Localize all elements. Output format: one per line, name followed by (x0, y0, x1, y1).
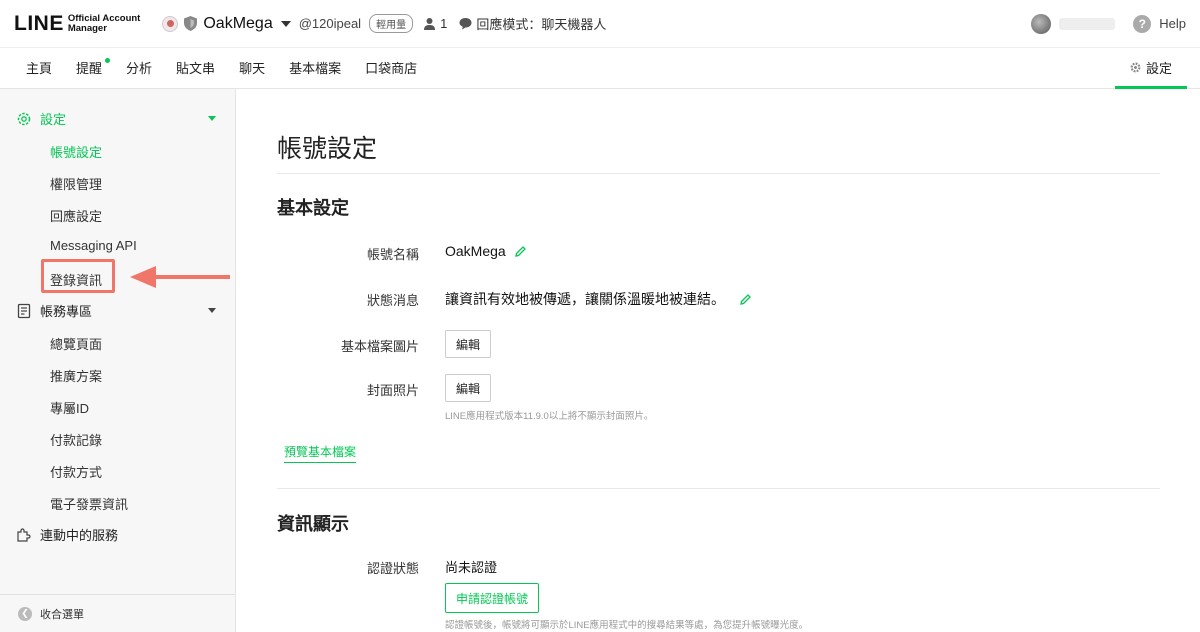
sidebar-group-billing[interactable]: 帳務專區 (16, 301, 216, 320)
chevron-down-icon (280, 20, 291, 27)
logo-sub-2: Manager (67, 22, 107, 34)
chevron-left-icon: ❮ (18, 606, 32, 621)
status-message-row: 讓資訊有效地被傳遞，讓關係溫暖地被連結。 (445, 289, 752, 309)
highlight-box (41, 259, 115, 293)
verify-status-value: 尚未認證 (445, 560, 498, 575)
user-name-blurred (1059, 17, 1116, 30)
help-link[interactable]: Help (1159, 16, 1186, 31)
preview-profile-link[interactable]: 預覽基本檔案 (284, 443, 357, 463)
sidebar-group-billing-label: 帳務專區 (40, 304, 93, 319)
nav-home[interactable]: 主頁 (14, 49, 64, 89)
collapse-menu-label: 收合選單 (40, 608, 84, 621)
logo-subtitle: Official Account Manager (67, 12, 141, 34)
arrow-annotation-icon (130, 266, 230, 288)
main-nav: 主頁 提醒 分析 貼文串 聊天 基本檔案 口袋商店 設定 (0, 49, 1200, 89)
main-content: 帳號設定 基本設定 帳號名稱 OakMega 狀態消息 讓資訊有效地被傳遞，讓關… (277, 89, 1160, 632)
sidebar-item-messaging-api[interactable]: Messaging API (50, 238, 137, 253)
sidebar-item-account-settings[interactable]: 帳號設定 (50, 142, 102, 161)
account-switcher[interactable]: OakMega (162, 14, 291, 33)
sidebar-item-response-settings[interactable]: 回應設定 (50, 206, 102, 225)
sidebar-item-payment-method[interactable]: 付款方式 (50, 462, 102, 481)
sidebar-group-services-label: 連動中的服務 (40, 528, 119, 543)
member-count[interactable]: 1 (423, 16, 447, 31)
nav-timeline[interactable]: 貼文串 (164, 49, 227, 89)
nav-chat[interactable]: 聊天 (227, 49, 277, 89)
cover-photo-note: LINE應用程式版本11.9.0以上將不顯示封面照片。 (445, 411, 654, 422)
account-name-label: 帳號名稱 (366, 247, 419, 262)
chat-bubble-icon (459, 18, 472, 30)
gear-icon (1130, 62, 1141, 73)
divider (277, 173, 1160, 174)
logo-line-text: LINE (14, 11, 64, 35)
verify-note: 認證帳號後，帳號將可顯示於LINE應用程式中的搜尋結果等處，為您提升帳號曝光度。 (445, 620, 809, 631)
sidebar: 設定 帳號設定 權限管理 回應設定 Messaging API 登錄資訊 帳務專… (0, 89, 236, 632)
plan-badge: 輕用量 (369, 14, 414, 33)
account-name-row: OakMega (445, 243, 527, 259)
divider (277, 488, 1160, 489)
receipt-icon (17, 303, 31, 318)
sidebar-item-overview[interactable]: 總覽頁面 (50, 334, 102, 353)
pencil-icon[interactable] (739, 293, 752, 306)
chevron-down-icon (208, 308, 216, 313)
response-mode[interactable]: 回應模式：聊天機器人 (459, 14, 606, 33)
account-name-value: OakMega (445, 243, 506, 259)
person-icon (424, 18, 436, 30)
notification-dot (105, 57, 111, 63)
line-oa-logo[interactable]: LINE Official Account Manager (14, 12, 140, 36)
response-mode-label: 回應模式：聊天機器人 (476, 17, 607, 32)
account-id: @120ipeal (298, 16, 362, 31)
gear-icon (17, 112, 31, 125)
verify-status-label: 認證狀態 (366, 561, 419, 576)
apply-verified-account-button[interactable]: 申請認證帳號 (445, 583, 540, 613)
nav-reminder-label: 提醒 (76, 60, 103, 76)
profile-image-label: 基本檔案圖片 (340, 339, 419, 354)
status-message-value: 讓資訊有效地被傳遞，讓關係溫暖地被連結。 (445, 291, 725, 307)
member-count-value: 1 (440, 16, 448, 31)
nav-pocket-shop[interactable]: 口袋商店 (353, 49, 429, 89)
sidebar-group-services[interactable]: 連動中的服務 (16, 525, 216, 544)
nav-reminder[interactable]: 提醒 (64, 49, 114, 89)
sidebar-item-premium-id[interactable]: 專屬ID (50, 398, 89, 417)
nav-settings-label: 設定 (1145, 61, 1172, 76)
puzzle-icon (17, 527, 31, 542)
sidebar-item-payment-history[interactable]: 付款記錄 (50, 430, 102, 449)
nav-analytics[interactable]: 分析 (114, 49, 164, 89)
nav-profile[interactable]: 基本檔案 (277, 49, 353, 89)
top-bar: LINE Official Account Manager OakMega @1… (0, 0, 1200, 48)
sidebar-item-e-invoice[interactable]: 電子發票資訊 (50, 494, 128, 513)
sidebar-item-permissions[interactable]: 權限管理 (50, 174, 102, 193)
shield-icon (184, 16, 198, 31)
pencil-icon[interactable] (514, 245, 527, 258)
edit-cover-photo-button[interactable]: 編輯 (445, 374, 492, 402)
sidebar-group-settings[interactable]: 設定 (16, 109, 216, 128)
nav-settings[interactable]: 設定 (1115, 49, 1187, 89)
edit-profile-image-button[interactable]: 編輯 (445, 330, 492, 358)
chevron-down-icon (208, 116, 216, 121)
sidebar-group-settings-label: 設定 (40, 112, 67, 127)
section-title-info: 資訊顯示 (277, 514, 349, 534)
account-name: OakMega (203, 14, 273, 32)
help-icon[interactable]: ? (1133, 14, 1152, 33)
logo-sub-1: Official Account (67, 12, 141, 24)
account-avatar (162, 15, 179, 32)
user-avatar[interactable] (1031, 13, 1052, 34)
verify-status-row: 尚未認證 (445, 557, 497, 576)
cover-photo-label: 封面照片 (366, 383, 419, 398)
section-title-basic: 基本設定 (277, 198, 349, 218)
page-title: 帳號設定 (277, 135, 378, 163)
status-message-label: 狀態消息 (366, 293, 419, 308)
collapse-menu[interactable]: ❮ 收合選單 (0, 594, 235, 632)
sidebar-item-promo-plans[interactable]: 推廣方案 (50, 366, 102, 385)
